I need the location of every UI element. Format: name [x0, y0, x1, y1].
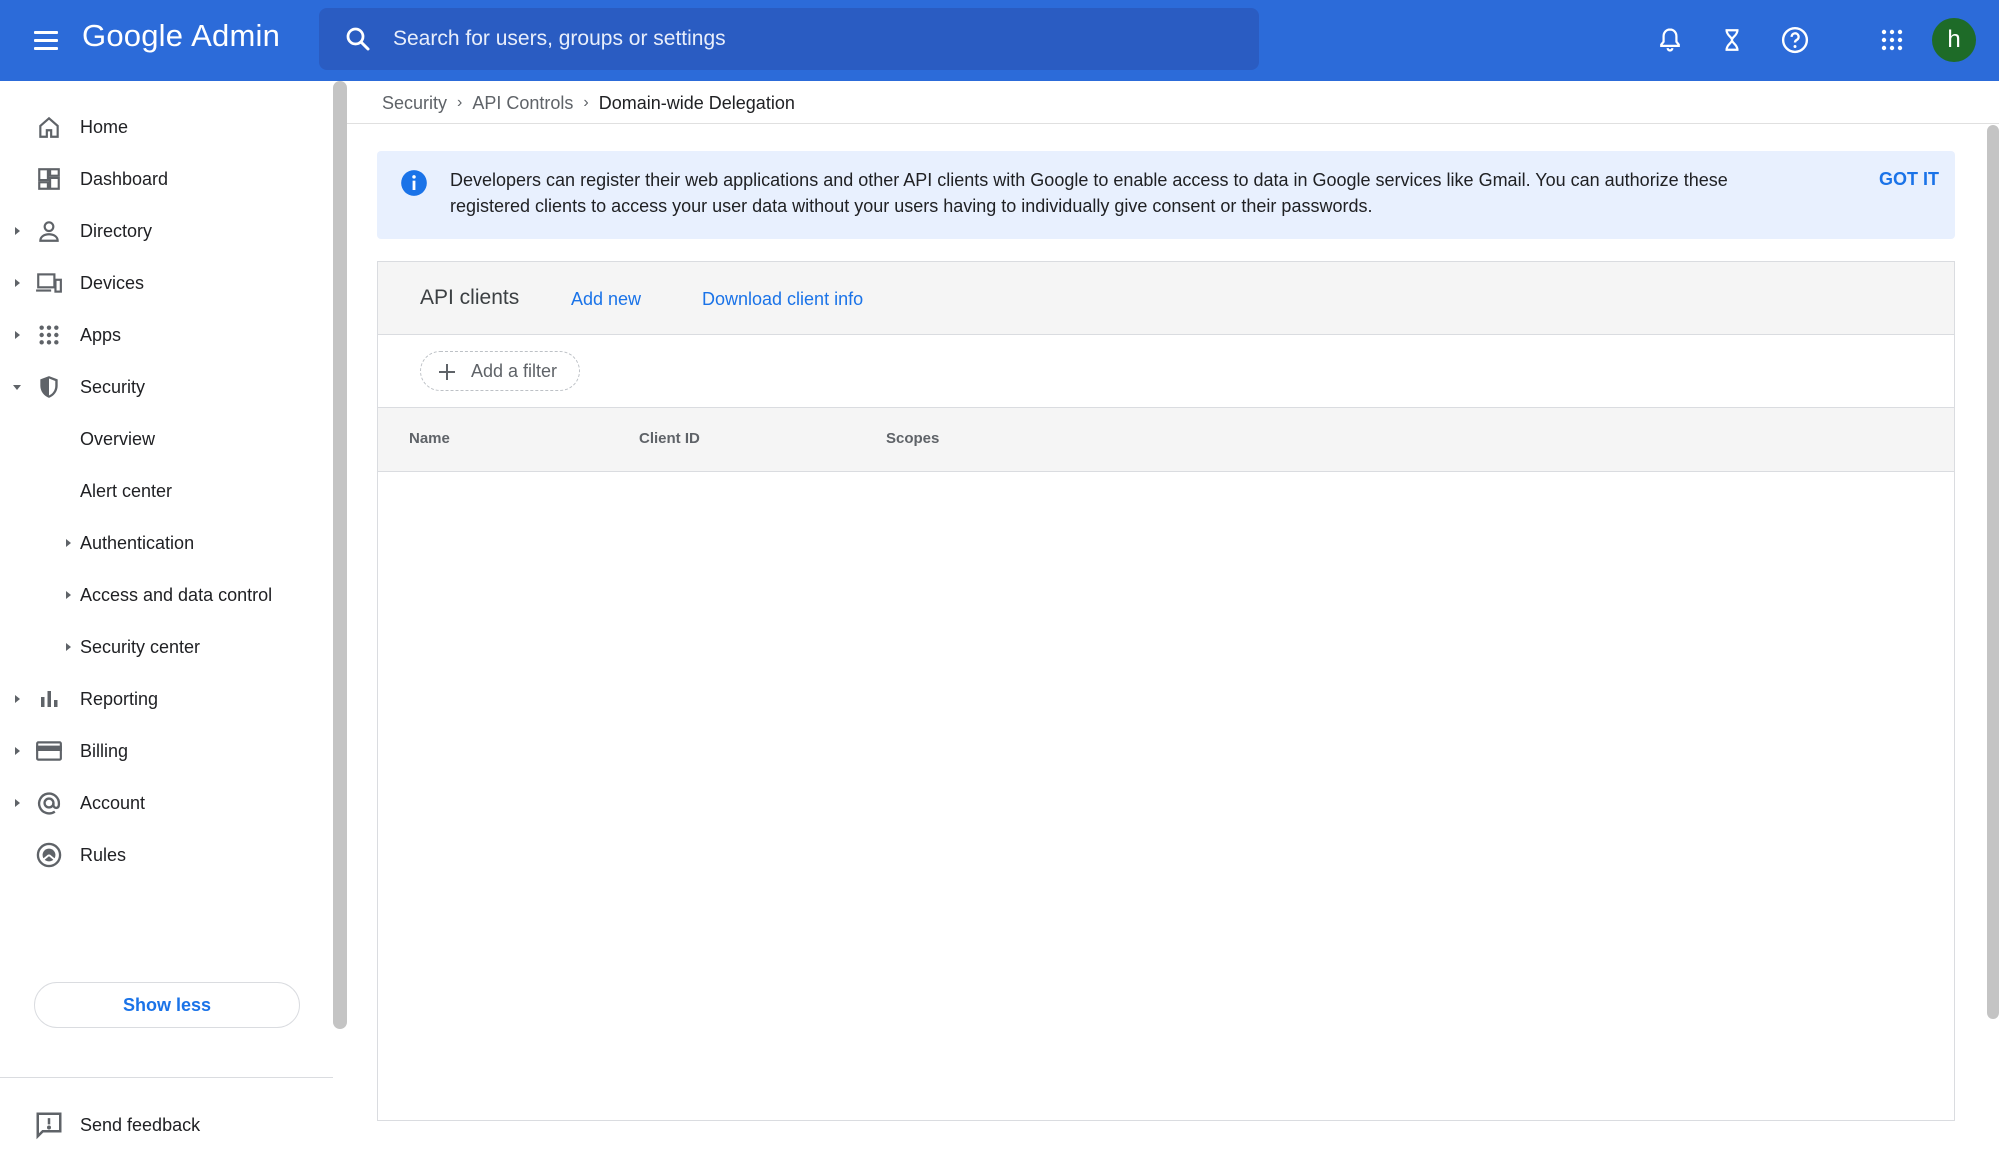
google-admin-logo[interactable]: Google Admin	[82, 18, 280, 54]
chevron-right-icon: ›	[583, 94, 589, 111]
sidebar-item-label: Access and data control	[80, 584, 273, 605]
breadcrumb-api-controls[interactable]: API Controls	[472, 93, 573, 114]
home-icon	[34, 112, 64, 142]
card-header: API clients Add new Download client info	[378, 262, 1954, 335]
brand-admin: Admin	[191, 18, 281, 53]
search-input[interactable]	[393, 18, 1233, 60]
banner-text: Developers can register their web applic…	[450, 170, 1728, 216]
caret-right-icon	[15, 747, 20, 755]
chevron-right-icon: ›	[457, 94, 463, 111]
filter-bar: Add a filter	[378, 335, 1954, 408]
breadcrumb-current: Domain-wide Delegation	[598, 92, 795, 113]
add-filter-label: Add a filter	[471, 360, 558, 381]
show-less-button[interactable]: Show less	[34, 982, 300, 1028]
notifications-bell-icon[interactable]	[1650, 20, 1690, 60]
info-banner: Developers can register their web applic…	[377, 151, 1955, 239]
sidebar-item-label: Directory	[80, 220, 153, 241]
hourglass-tasks-icon[interactable]	[1712, 20, 1752, 60]
sidebar-item-dashboard[interactable]: Dashboard	[0, 153, 333, 205]
caret-right-icon	[15, 695, 20, 703]
google-apps-grid-icon[interactable]	[1872, 20, 1912, 60]
plus-icon	[439, 364, 455, 380]
sidebar-item-directory[interactable]: Directory	[0, 205, 333, 257]
caret-right-icon	[15, 331, 20, 339]
sidebar-nav: Home Dashboard Directory Devices Apps Se…	[0, 81, 333, 1140]
sidebar-item-authentication[interactable]: Authentication	[0, 517, 333, 569]
sidebar-divider	[0, 1077, 333, 1078]
rules-icon	[34, 840, 64, 870]
breadcrumb-security[interactable]: Security	[382, 93, 447, 114]
brand-google: Google	[82, 18, 184, 53]
caret-right-icon	[15, 799, 20, 807]
sidebar-scrollbar[interactable]	[333, 81, 347, 1029]
add-new-link[interactable]: Add new	[571, 289, 641, 310]
breadcrumb-divider	[347, 123, 1999, 124]
sidebar-item-label: Security	[80, 376, 146, 397]
sidebar-item-access-and-data-control[interactable]: Access and data control	[0, 569, 333, 621]
sidebar-item-security[interactable]: Security	[0, 361, 333, 413]
card-title: API clients	[420, 286, 520, 309]
sidebar-item-label: Authentication	[80, 532, 195, 553]
got-it-button[interactable]: GOT IT	[1879, 169, 1939, 190]
add-filter-button[interactable]: Add a filter	[420, 351, 580, 391]
help-icon[interactable]	[1775, 20, 1815, 60]
sidebar-item-label: Home	[80, 116, 129, 137]
search-icon	[346, 27, 370, 51]
sidebar-item-label: Dashboard	[80, 168, 169, 189]
feedback-icon	[36, 1112, 62, 1140]
caret-right-icon	[15, 279, 20, 287]
sidebar-item-home[interactable]: Home	[0, 101, 333, 153]
sidebar-item-security-center[interactable]: Security center	[0, 621, 333, 673]
send-feedback-label: Send feedback	[80, 1114, 201, 1135]
caret-right-icon	[66, 539, 71, 547]
sidebar-item-apps[interactable]: Apps	[0, 309, 333, 361]
table-header: Name Client ID Scopes	[378, 408, 1954, 472]
top-app-bar: GoogleAdmin h	[0, 0, 1999, 81]
sidebar-item-label: Overview	[80, 428, 156, 449]
sidebar-item-alert-center[interactable]: Alert center	[0, 465, 333, 517]
sidebar-item-label: Apps	[80, 324, 122, 345]
send-feedback-button[interactable]: Send feedback	[0, 1099, 333, 1151]
column-header-scopes[interactable]: Scopes	[886, 430, 939, 447]
caret-down-icon	[13, 385, 21, 390]
main-menu-button[interactable]	[26, 22, 66, 58]
credit-card-icon	[34, 736, 64, 766]
shield-icon	[34, 372, 64, 402]
caret-right-icon	[15, 227, 20, 235]
sidebar-item-label: Alert center	[80, 480, 173, 501]
info-icon	[401, 170, 427, 196]
main-content: Security › API Controls › Domain-wide De…	[347, 81, 1999, 1121]
sidebar-item-label: Devices	[80, 272, 145, 293]
column-header-client-id[interactable]: Client ID	[639, 430, 700, 447]
search-bar[interactable]	[319, 8, 1259, 70]
account-avatar[interactable]: h	[1932, 18, 1976, 62]
download-client-info-link[interactable]: Download client info	[702, 289, 863, 310]
sidebar-item-label: Account	[80, 792, 146, 813]
at-sign-icon	[34, 788, 64, 818]
sidebar-item-rules[interactable]: Rules	[0, 829, 333, 881]
main-scrollbar[interactable]	[1987, 125, 1999, 1019]
breadcrumb: Security › API Controls › Domain-wide De…	[382, 91, 795, 115]
person-icon	[34, 216, 64, 246]
sidebar-item-label: Rules	[80, 844, 127, 865]
devices-icon	[34, 268, 64, 298]
sidebar-item-account[interactable]: Account	[0, 777, 333, 829]
sidebar-item-reporting[interactable]: Reporting	[0, 673, 333, 725]
column-header-name[interactable]: Name	[409, 430, 450, 447]
caret-right-icon	[66, 591, 71, 599]
sidebar-item-devices[interactable]: Devices	[0, 257, 333, 309]
bar-chart-icon	[34, 684, 64, 714]
sidebar-item-label: Billing	[80, 740, 129, 761]
sidebar-item-label: Security center	[80, 636, 201, 657]
caret-right-icon	[66, 643, 71, 651]
sidebar-item-label: Reporting	[80, 688, 159, 709]
api-clients-card: API clients Add new Download client info…	[377, 261, 1955, 1121]
dashboard-icon	[34, 164, 64, 194]
sidebar-item-billing[interactable]: Billing	[0, 725, 333, 777]
sidebar-item-overview[interactable]: Overview	[0, 413, 333, 465]
apps-grid-icon	[34, 320, 64, 350]
